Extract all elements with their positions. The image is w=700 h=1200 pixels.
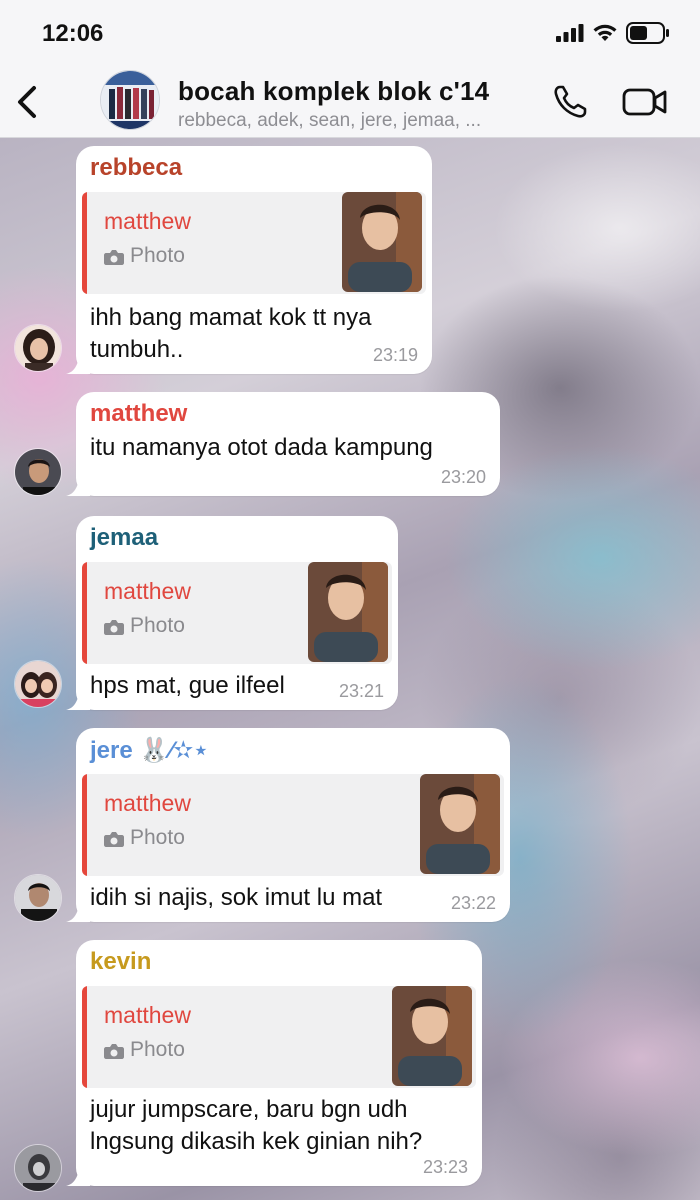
sender-name[interactable]: jemaa (90, 524, 158, 552)
reply-author: matthew (104, 790, 191, 816)
message-text: ihh bang mamat kok tt nya tumbuh.. (90, 304, 372, 363)
message-time: 23:22 (450, 893, 496, 913)
camera-icon (104, 1044, 124, 1059)
bubble-tail (66, 1164, 90, 1186)
bubble-tail (66, 474, 90, 496)
reply-type: Photo (130, 826, 185, 849)
reply-bar (82, 192, 87, 294)
reply-bar (82, 986, 87, 1088)
group-photo (101, 71, 159, 129)
bubble-tail (66, 352, 90, 374)
sender-name[interactable]: jere 🐰⁄✫⋆ (90, 736, 208, 765)
reply-thumbnail (308, 562, 388, 662)
sender-name[interactable]: rebbeca (90, 154, 182, 182)
avatar-matthew[interactable] (14, 448, 62, 496)
reply-thumbnail (420, 774, 500, 874)
group-title[interactable]: bocah komplek blok c'14 (178, 76, 489, 107)
sender-name[interactable]: kevin (90, 948, 151, 976)
signal-icon (556, 24, 584, 42)
reply-author: matthew (104, 208, 191, 234)
message-time: 23:21 (338, 681, 384, 701)
status-time: 12:06 (42, 20, 104, 47)
back-icon[interactable] (10, 80, 46, 124)
video-call-icon[interactable] (622, 86, 668, 118)
reply-author: matthew (104, 1002, 191, 1028)
message-bubble[interactable]: jemaa matthew Photo hps mat, gue ilfeel … (66, 516, 398, 710)
reply-preview[interactable]: matthew Photo (82, 562, 392, 664)
message-bubble[interactable]: rebbeca matthew Photo ihh bang mamat kok… (66, 146, 432, 374)
wifi-icon (593, 24, 617, 41)
message-bubble[interactable]: jere 🐰⁄✫⋆ matthew Photo idih si najis, s… (66, 728, 510, 922)
battery-icon (626, 22, 669, 44)
phone-icon[interactable] (552, 84, 588, 120)
reply-preview[interactable]: matthew Photo (82, 986, 476, 1088)
message-time: 23:19 (372, 345, 418, 365)
message-bubble[interactable]: matthew itu namanya otot dada kampung 23… (66, 392, 500, 496)
message-text: itu namanya otot dada kampung (90, 434, 433, 461)
message-time: 23:23 (422, 1157, 468, 1177)
message-text: idih si najis, sok imut lu mat (90, 884, 383, 911)
message-time: 23:20 (440, 467, 486, 487)
camera-icon (104, 620, 124, 635)
bubble-tail (66, 900, 90, 922)
chat-header: bocah komplek blok c'14 rebbeca, adek, s… (0, 66, 700, 138)
reply-bar (82, 562, 87, 664)
reply-type: Photo (130, 244, 185, 267)
camera-icon (104, 832, 124, 847)
reply-author: matthew (104, 578, 191, 604)
bubble-tail (66, 688, 90, 710)
reply-thumbnail (342, 192, 422, 292)
group-members[interactable]: rebbeca, adek, sean, jere, jemaa, ... (178, 110, 528, 132)
reply-thumbnail (392, 986, 472, 1086)
message-text: hps mat, gue ilfeel (90, 672, 285, 699)
chat-background[interactable]: rebbeca matthew Photo ihh bang mamat kok… (0, 138, 700, 1200)
avatar-rebbeca[interactable] (14, 324, 62, 372)
message-text: jujur jumpscare, baru bgn udh lngsung di… (90, 1096, 423, 1155)
camera-icon (104, 250, 124, 265)
group-avatar[interactable] (100, 70, 160, 130)
reply-preview[interactable]: matthew Photo (82, 774, 504, 876)
message-bubble[interactable]: kevin matthew Photo jujur jumpscare, bar… (66, 940, 482, 1186)
reply-preview[interactable]: matthew Photo (82, 192, 426, 294)
avatar-kevin[interactable] (14, 1144, 62, 1192)
status-bar: 12:06 (0, 0, 700, 66)
reply-type: Photo (130, 1038, 185, 1061)
avatar-jere[interactable] (14, 874, 62, 922)
avatar-jemaa[interactable] (14, 660, 62, 708)
reply-type: Photo (130, 614, 185, 637)
sender-name[interactable]: matthew (90, 400, 187, 428)
reply-bar (82, 774, 87, 876)
